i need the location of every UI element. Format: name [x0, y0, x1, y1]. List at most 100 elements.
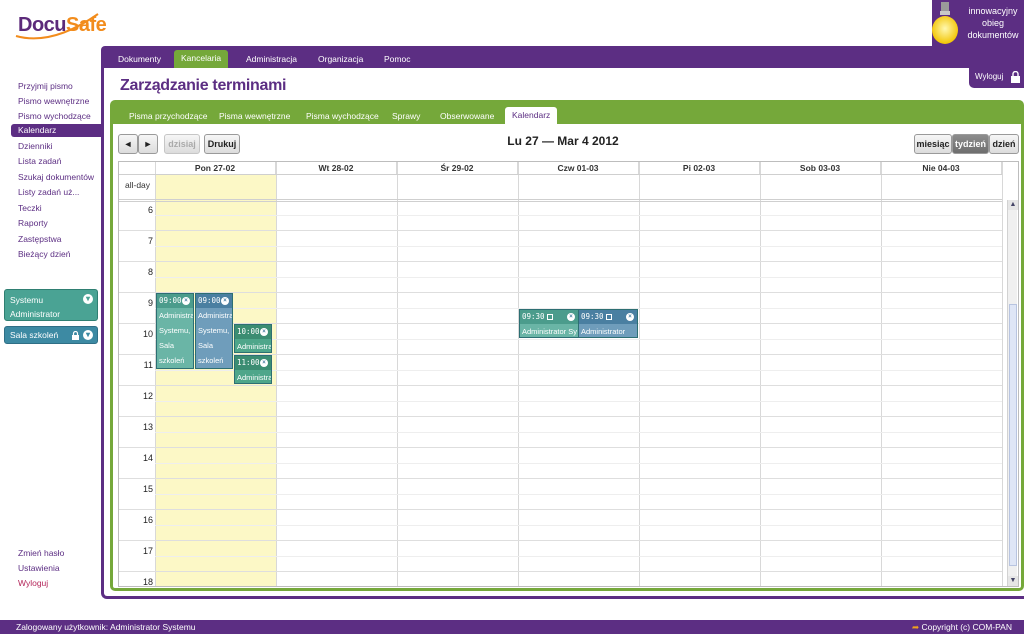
- room-box[interactable]: Sala szkoleń ▾: [4, 326, 98, 344]
- tab-pomoc[interactable]: Pomoc: [377, 51, 417, 68]
- arrow-icon: ➦: [911, 622, 920, 632]
- event-time: 09:30 ×: [520, 309, 578, 324]
- day-header: Sob 03-03: [760, 162, 881, 174]
- grid-half-hour-line: [155, 494, 1002, 495]
- calendar-event[interactable]: 09:30× Administrator Sys: [578, 308, 638, 338]
- event-text: szkoleń: [159, 356, 185, 365]
- scroll-up-icon[interactable]: ▲: [1008, 200, 1018, 210]
- subtab-pisma-wewnetrzne[interactable]: Pisma wewnętrzne: [212, 108, 297, 124]
- grid-hour-line: [119, 292, 1002, 293]
- calendar-panel: Pisma przychodzące Pisma wewnętrzne Pism…: [110, 100, 1024, 591]
- event-time: 09:00 ×: [196, 294, 232, 308]
- grid-vline: [881, 162, 882, 586]
- grid-half-hour-line: [155, 339, 1002, 340]
- subtab-pisma-wychodzace[interactable]: Pisma wychodzące: [299, 108, 386, 124]
- date-range-title: Lu 27 — Mar 4 2012: [507, 134, 619, 148]
- grid-vline: [397, 162, 398, 586]
- day-header: Pi 02-03: [639, 162, 760, 174]
- footer: Zalogowany użytkownik: Administrator Sys…: [0, 620, 1024, 634]
- grid-half-hour-line: [155, 525, 1002, 526]
- event-text: Administra: [237, 342, 272, 351]
- user-box[interactable]: Systemu Administrator ▾: [4, 289, 98, 321]
- calendar-event[interactable]: 09:00 × Administra Systemu, Sala szkoleń: [156, 293, 194, 369]
- grid-hour-line: [119, 478, 1002, 479]
- tab-kancelaria[interactable]: Kancelaria: [174, 50, 229, 68]
- calendar-scrollbar[interactable]: ▲ ▼: [1007, 200, 1018, 586]
- chevron-down-icon[interactable]: ▾: [83, 294, 93, 304]
- print-button[interactable]: Drukuj: [204, 134, 240, 154]
- calendar-event[interactable]: 10:00 × Administra: [234, 324, 272, 353]
- page-title: Zarządzanie terminami: [120, 77, 287, 94]
- subtab-pisma-przychodzace[interactable]: Pisma przychodzące: [122, 108, 214, 124]
- sidebar-item-raporty[interactable]: Raporty: [18, 218, 48, 228]
- grid-hour-line: [119, 540, 1002, 541]
- view-day-button[interactable]: dzień: [989, 134, 1019, 154]
- copy-icon[interactable]: [605, 313, 612, 320]
- week-calendar: all-day ▲ ▼ Pon 27-02 Wt 28-02 Śr 29-02 Czw…: [118, 161, 1019, 587]
- grid-vline: [639, 162, 640, 586]
- close-icon[interactable]: ×: [260, 359, 268, 367]
- event-text: szkoleń: [198, 356, 224, 365]
- copy-icon[interactable]: [546, 313, 553, 320]
- subtab-kalendarz[interactable]: Kalendarz: [505, 107, 558, 124]
- sidebar-link-zmien-haslo[interactable]: Zmień hasło: [18, 548, 64, 558]
- grid-half-hour-line: [155, 401, 1002, 402]
- sidebar-item-kalendarz[interactable]: Kalendarz: [11, 124, 101, 137]
- sidebar-item-lista-zadan[interactable]: Lista zadań: [18, 156, 61, 166]
- grid-vline: [518, 162, 519, 586]
- logout-label: Wyloguj: [975, 72, 1004, 81]
- grid-hour-line: [119, 571, 1002, 572]
- sidebar-item-pismo-wychodzace[interactable]: Pismo wychodzące: [18, 111, 91, 121]
- sidebar-item-listy-zadan[interactable]: Listy zadań uż...: [18, 187, 79, 197]
- event-time: 09:00 ×: [157, 294, 193, 308]
- tab-administracja[interactable]: Administracja: [239, 51, 304, 68]
- sidebar-item-przyjmij-pismo[interactable]: Przyjmij pismo: [18, 81, 73, 91]
- prev-button[interactable]: ◄: [118, 134, 138, 154]
- grid-hline: [119, 174, 1002, 175]
- grid-hline: [119, 201, 1002, 202]
- subtab-sprawy[interactable]: Sprawy: [385, 108, 427, 124]
- calendar-event[interactable]: 09:00 × Administra Systemu, Sala szkoleń: [195, 293, 233, 369]
- view-month-button[interactable]: miesiąc: [914, 134, 952, 154]
- tab-dokumenty[interactable]: Dokumenty: [111, 51, 168, 68]
- sidebar-item-teczki[interactable]: Teczki: [18, 203, 42, 213]
- user-box-line2: Administrator: [10, 309, 61, 319]
- event-text: Systemu,: [198, 326, 230, 335]
- grid-half-hour-line: [155, 370, 1002, 371]
- sub-nav: Pisma przychodzące Pisma wewnętrzne Pism…: [113, 103, 1021, 124]
- scroll-down-icon[interactable]: ▼: [1008, 576, 1018, 586]
- close-icon[interactable]: ×: [182, 297, 190, 305]
- event-text: Administra: [159, 311, 194, 320]
- grid-hour-line: [119, 261, 1002, 262]
- tab-organizacja[interactable]: Organizacja: [311, 51, 370, 68]
- sidebar-item-szukaj-dokumentow[interactable]: Szukaj dokumentów: [18, 172, 94, 182]
- close-icon[interactable]: ×: [260, 328, 268, 336]
- grid-hour-line: [119, 509, 1002, 510]
- scroll-thumb[interactable]: [1009, 304, 1017, 566]
- sidebar-item-biezacy-dzien[interactable]: Bieżący dzień: [18, 249, 70, 259]
- close-icon[interactable]: ×: [221, 297, 229, 305]
- hour-label: 10: [142, 329, 153, 339]
- close-icon[interactable]: ×: [626, 312, 634, 321]
- calendar-event[interactable]: 11:00 × Administra: [234, 355, 272, 384]
- grid-half-hour-line: [155, 246, 1002, 247]
- calendar-event[interactable]: 09:30 × Administrator Sy: [519, 308, 579, 338]
- sidebar-item-dzienniki[interactable]: Dzienniki: [18, 141, 53, 151]
- lock-icon: [1011, 71, 1020, 83]
- grid-half-hour-line: [155, 277, 1002, 278]
- today-button[interactable]: dzisiaj: [164, 134, 200, 154]
- chevron-down-icon[interactable]: ▾: [83, 330, 93, 340]
- grid-hour-line: [119, 447, 1002, 448]
- close-icon[interactable]: ×: [567, 312, 575, 321]
- event-time: 11:00 ×: [235, 356, 271, 370]
- subtab-obserwowane[interactable]: Obserwowane: [433, 108, 501, 124]
- sidebar-link-wyloguj[interactable]: Wyloguj: [18, 578, 48, 588]
- grid-half-hour-line: [155, 432, 1002, 433]
- view-week-button[interactable]: tydzień: [952, 134, 989, 154]
- sidebar-item-pismo-wewnetrzne[interactable]: Pismo wewnętrzne: [18, 96, 89, 106]
- sidebar-link-ustawienia[interactable]: Ustawienia: [18, 563, 60, 573]
- sidebar-item-zastepstwa[interactable]: Zastępstwa: [18, 234, 61, 244]
- docusafe-logo: DocuSafe: [12, 8, 112, 42]
- next-button[interactable]: ►: [138, 134, 158, 154]
- logout-button[interactable]: Wyloguj: [969, 68, 1024, 88]
